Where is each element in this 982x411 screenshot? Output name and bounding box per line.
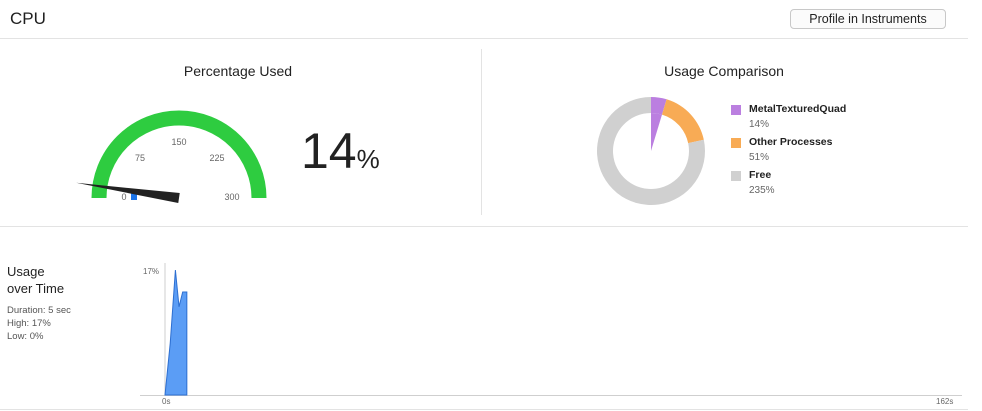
usage-title-line: Usage xyxy=(7,264,45,279)
profile-in-instruments-button[interactable]: Profile in Instruments xyxy=(790,9,946,29)
usage-stats: Duration: 5 sec High: 17% Low: 0% xyxy=(7,304,71,343)
gauge-tick-label: 0 xyxy=(121,192,126,202)
duration-stat: Duration: 5 sec xyxy=(7,305,71,316)
legend-value: 14% xyxy=(749,119,770,130)
usage-area xyxy=(164,269,188,396)
gauge-tick-label: 225 xyxy=(209,153,224,163)
legend-label: MetalTexturedQuad xyxy=(749,103,847,115)
legend-swatch xyxy=(731,171,741,181)
legend-label: Free xyxy=(749,169,772,181)
legend-swatch xyxy=(731,138,741,148)
legend-value: 235% xyxy=(749,185,775,196)
legend-swatch xyxy=(731,105,741,115)
gauge-arc xyxy=(91,110,267,199)
x-end-label: 162s xyxy=(936,397,953,406)
gauge-tick-label: 75 xyxy=(135,153,145,163)
usage-title-line: over Time xyxy=(7,281,65,296)
panel-divider xyxy=(481,49,482,215)
percentage-number: 14 xyxy=(301,123,357,179)
usage-donut-chart xyxy=(597,97,705,205)
low-stat: Low: 0% xyxy=(7,331,44,342)
gauge-tick-label: 300 xyxy=(224,192,239,202)
cpu-gauge: 0 75 150 225 300 xyxy=(76,110,267,203)
usage-over-time-title: Usage over Time xyxy=(7,263,64,297)
legend-label: Other Processes xyxy=(749,136,833,148)
high-stat: High: 17% xyxy=(7,318,51,329)
percentage-value: 14% xyxy=(301,126,380,184)
header-bar: CPU Profile in Instruments xyxy=(0,0,968,39)
y-max-label: 17% xyxy=(143,267,159,276)
gauge-tick-label: 150 xyxy=(171,137,186,147)
percentage-unit: % xyxy=(356,144,380,174)
donut-slice-other-processes xyxy=(661,99,704,144)
legend-value: 51% xyxy=(749,152,770,163)
usage-over-time-chart: 17% 0s 162s xyxy=(140,263,962,406)
usage-comparison-title: Usage Comparison xyxy=(664,63,784,79)
x-start-label: 0s xyxy=(162,397,170,406)
bottom-divider xyxy=(0,409,968,410)
percentage-used-title: Percentage Used xyxy=(183,63,293,79)
page-title: CPU xyxy=(10,9,46,28)
donut-wedge-metaltexturedquad xyxy=(651,113,662,151)
